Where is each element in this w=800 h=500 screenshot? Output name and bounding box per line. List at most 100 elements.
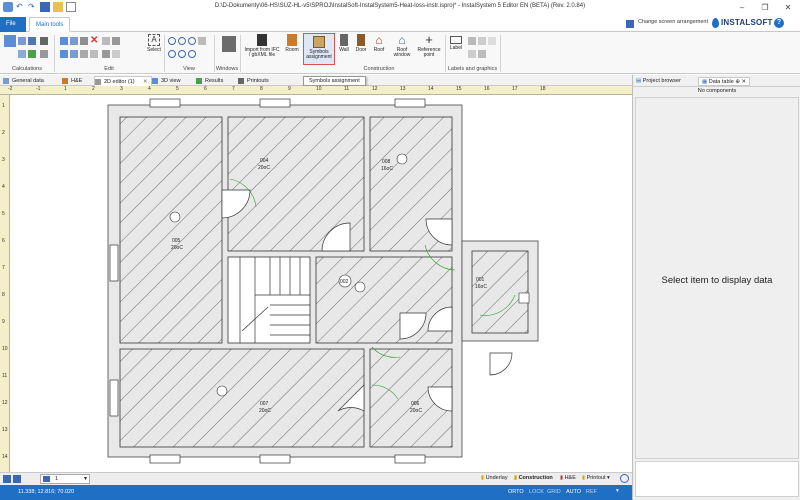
ungroup-icon[interactable] [112, 50, 120, 58]
copy-icon[interactable] [60, 37, 68, 45]
ruler-tick-label: 9 [288, 86, 291, 92]
door-button[interactable]: Door [353, 34, 369, 62]
tab-2d-editor[interactable]: 2D editor (1) ✕ [94, 76, 152, 86]
wall-button[interactable]: Wall [337, 34, 351, 62]
reference-point-button[interactable]: + Reference point [416, 32, 442, 62]
screen-arrangement-icon[interactable] [626, 20, 634, 28]
empty-message: Select item to display data [661, 275, 773, 286]
mirror-icon[interactable] [80, 50, 88, 58]
mode-grid[interactable]: GRID [547, 489, 561, 495]
room-label-004: 004 [260, 158, 269, 164]
reference-point-icon: + [425, 32, 433, 47]
group-view: View [183, 66, 195, 72]
paste-icon[interactable] [70, 37, 78, 45]
door-icon [357, 34, 365, 46]
windows-icon[interactable] [222, 36, 236, 52]
roof-window-button[interactable]: ⌂ Roof window [390, 34, 414, 62]
tab-general-data[interactable]: General data [3, 76, 44, 86]
layer-down-icon[interactable] [13, 475, 21, 483]
tab-file[interactable]: File [0, 17, 26, 32]
group-icon[interactable] [102, 50, 110, 58]
layer-underlay[interactable]: ▮ Underlay [481, 475, 508, 481]
close-icon[interactable]: ✕ [781, 2, 795, 14]
room-005[interactable] [119, 116, 223, 344]
room-007[interactable] [119, 348, 365, 448]
graphics-icon-1[interactable] [468, 37, 476, 45]
check-icon[interactable] [28, 50, 36, 58]
help-icon[interactable]: ? [774, 18, 784, 28]
minimize-icon[interactable]: – [735, 2, 749, 14]
room-label-005: 005 [172, 238, 181, 244]
import-icon [257, 34, 267, 46]
right-panel: ▤ Project browser ▦ Data table ⊕ ✕ No co… [632, 75, 800, 500]
zoom-out-icon[interactable] [178, 37, 186, 45]
close-panel-icon[interactable]: ✕ [741, 79, 746, 85]
room-001[interactable] [471, 250, 529, 334]
zoom-all-icon[interactable] [168, 50, 176, 58]
data-table-icon: ▦ [702, 79, 708, 85]
move-icon[interactable] [60, 50, 68, 58]
zoom-previous-icon[interactable] [178, 50, 186, 58]
ruler-tick-label: 13 [2, 427, 8, 433]
roof-label: Roof [373, 47, 385, 53]
delete-icon[interactable]: ✕ [90, 36, 98, 46]
floor-value: 1 [55, 476, 59, 482]
list-icon[interactable] [18, 50, 26, 58]
duplicate-icon[interactable] [102, 37, 110, 45]
drawing-canvas[interactable]: 004 20oC 008 16oC 005 20oC 001 16oC 002 … [10, 95, 632, 472]
graphics-icon-2[interactable] [478, 37, 486, 45]
import-ifc-button[interactable]: Import from IFC / gbXML file [244, 34, 280, 62]
graphics-icon-5[interactable] [478, 50, 486, 58]
roof-window-icon: ⌂ [398, 33, 406, 47]
zoom-window-icon[interactable] [188, 37, 196, 45]
layer-construction[interactable]: ▮ Construction [514, 475, 553, 481]
ruler-tick-label: 18 [540, 86, 546, 92]
room-button[interactable]: Room [284, 34, 300, 62]
tab-printouts[interactable]: Printouts [238, 76, 269, 86]
mode-orto[interactable]: ORTO [508, 489, 524, 495]
ruler-tick-label: 7 [232, 86, 235, 92]
tab-data-table[interactable]: ▦ Data table ⊕ ✕ [698, 77, 751, 86]
cut-icon[interactable] [80, 37, 88, 45]
logo-drop-icon [712, 18, 719, 28]
maximize-icon[interactable]: ❐ [758, 2, 772, 14]
floor-select[interactable]: 1 ▾ [40, 474, 90, 484]
tab-project-browser[interactable]: ▤ Project browser [636, 77, 681, 86]
graphics-icon-4[interactable] [468, 50, 476, 58]
array-icon[interactable] [112, 37, 120, 45]
coordinates-readout: 11.338; 12.816; 70.020 [18, 489, 75, 495]
select-button[interactable]: A Select [144, 34, 164, 62]
pin-icon[interactable]: ⊕ [735, 79, 740, 85]
label-button[interactable]: Label [448, 34, 464, 62]
graphics-icon-3[interactable] [488, 37, 496, 45]
align-icon[interactable] [90, 50, 98, 58]
ruler-tick-label: 7 [2, 265, 5, 271]
tab-3d-view[interactable]: 3D view [152, 76, 181, 86]
tab-results[interactable]: Results [196, 76, 223, 86]
symbols-assignment-button[interactable]: Symbols assignment [303, 33, 335, 65]
zoom-in-icon[interactable] [168, 37, 176, 45]
zoom-icon[interactable] [620, 474, 629, 483]
roof-button[interactable]: ⌂ Roof [371, 34, 387, 62]
mode-auto[interactable]: AUTO [566, 489, 581, 495]
settings-icon[interactable] [40, 37, 48, 45]
rotate-icon[interactable] [70, 50, 78, 58]
layer-up-icon[interactable] [3, 475, 11, 483]
calc-icon[interactable] [4, 35, 16, 47]
tab-main-tools[interactable]: Main tools [29, 17, 71, 32]
select-icon: A [148, 34, 160, 46]
table-icon[interactable] [18, 37, 26, 45]
change-screen-arrangement[interactable]: Change screen arrangement [638, 19, 708, 25]
tab-he[interactable]: H&E [62, 76, 82, 86]
report-icon[interactable] [28, 37, 36, 45]
mode-ref[interactable]: REF [586, 489, 597, 495]
filter-icon[interactable] [40, 50, 48, 58]
layer-he[interactable]: ▮ H&E [560, 475, 576, 481]
chevron-down-icon[interactable]: ▾ [616, 488, 619, 494]
floor-plan[interactable]: 004 20oC 008 16oC 005 20oC 001 16oC 002 … [10, 95, 632, 472]
zoom-extents-icon[interactable] [188, 50, 196, 58]
layer-printout[interactable]: ▮ Printout ▾ [582, 475, 610, 481]
layer-label: H&E [564, 475, 576, 481]
pan-icon[interactable] [198, 37, 206, 45]
mode-lock[interactable]: LOCK [529, 489, 544, 495]
